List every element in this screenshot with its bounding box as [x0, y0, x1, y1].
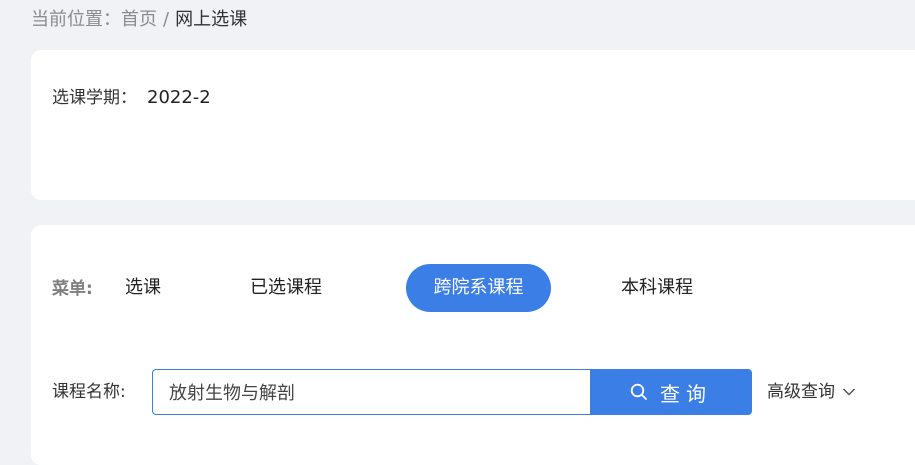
chevron-down-icon: [843, 388, 856, 396]
semester-card: 选课学期： 2022-2: [31, 50, 915, 200]
breadcrumb-separator: /: [163, 9, 170, 30]
menu-item-select-course[interactable]: 选课: [125, 264, 161, 312]
advanced-search-toggle[interactable]: 高级查询: [767, 380, 856, 404]
breadcrumb-home-link[interactable]: 首页: [121, 9, 157, 30]
menu-item-cross-department-courses[interactable]: 跨院系课程: [406, 264, 551, 312]
breadcrumb: 当前位置：首页 / 网上选课: [31, 7, 247, 33]
course-selection-card: 菜单: 选课 已选课程 跨院系课程 本科课程 课程名称: 查询 高级查询: [31, 225, 915, 465]
menu-label: 菜单:: [52, 279, 93, 299]
menu-item-undergraduate-courses[interactable]: 本科课程: [621, 264, 693, 312]
course-name-input[interactable]: [152, 369, 591, 415]
course-name-label: 课程名称:: [52, 382, 126, 402]
semester-value: 2022-2: [147, 87, 211, 108]
search-button[interactable]: 查询: [590, 369, 752, 415]
advanced-search-label: 高级查询: [767, 382, 835, 402]
menu-item-selected-courses[interactable]: 已选课程: [250, 264, 322, 312]
breadcrumb-prefix: 当前位置：: [31, 9, 121, 30]
semester-row: 选课学期： 2022-2: [52, 86, 211, 110]
semester-label: 选课学期：: [52, 88, 137, 108]
breadcrumb-current: 网上选课: [175, 9, 248, 30]
search-icon: [630, 383, 647, 400]
search-button-label: 查询: [660, 381, 712, 406]
